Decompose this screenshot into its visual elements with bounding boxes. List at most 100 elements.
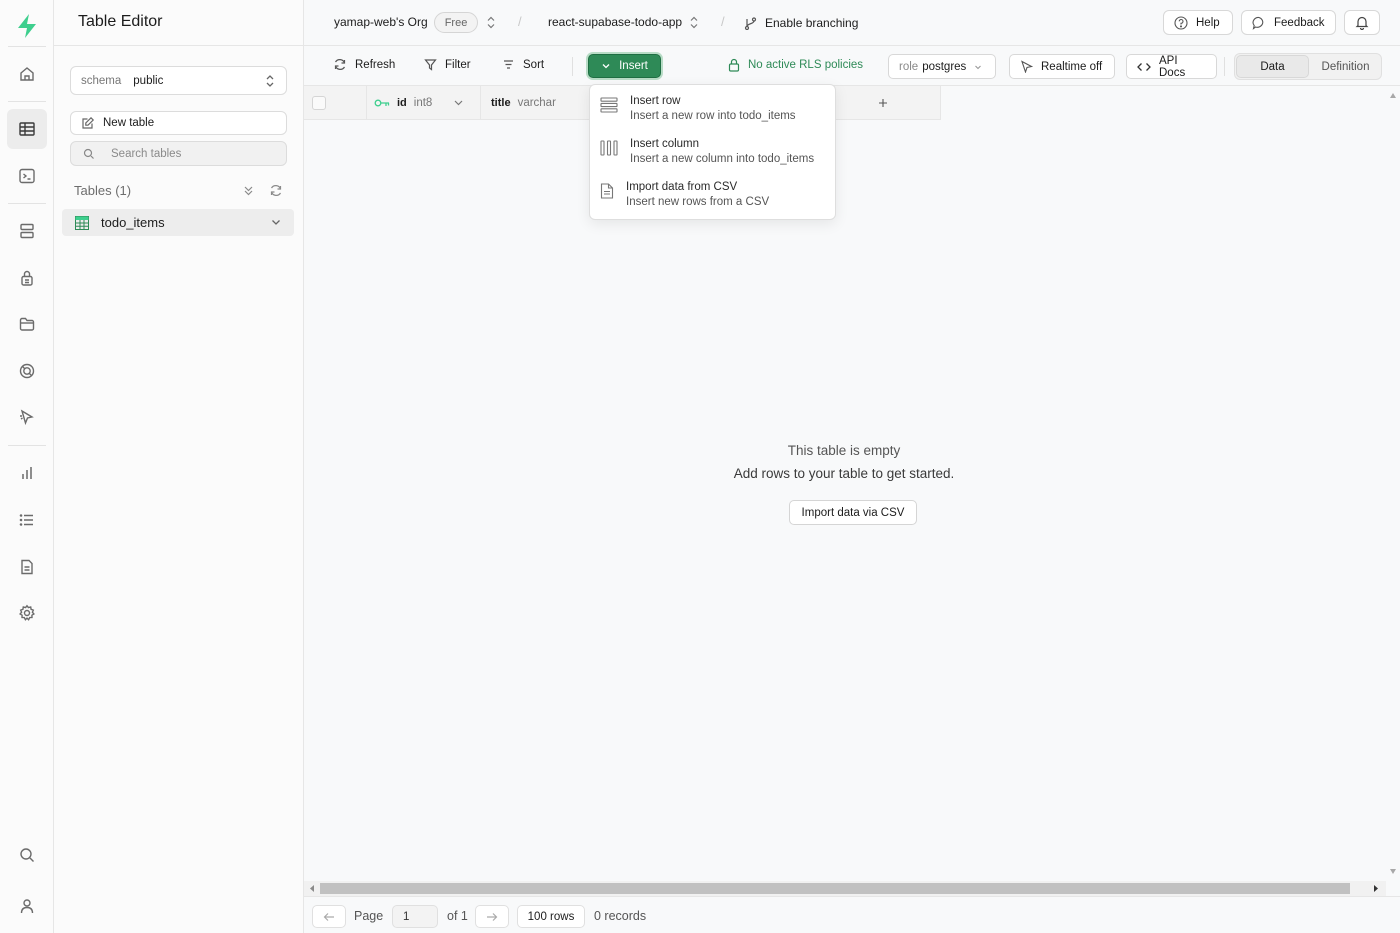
chevron-down-icon bbox=[601, 61, 611, 71]
menu-item-description: Insert a new column into todo_items bbox=[630, 153, 815, 165]
insert-menu: Insert row Insert a new row into todo_it… bbox=[589, 84, 836, 220]
menu-item-description: Insert a new row into todo_items bbox=[630, 110, 796, 122]
top-bar: yamap-web's Org Free / react-supabase-to… bbox=[304, 0, 1400, 46]
edit-icon bbox=[81, 116, 103, 130]
logs-icon[interactable] bbox=[7, 500, 47, 540]
columns-icon bbox=[600, 138, 618, 165]
add-column-button[interactable] bbox=[826, 86, 941, 120]
storage-icon[interactable] bbox=[7, 304, 47, 344]
realtime-icon[interactable] bbox=[7, 397, 47, 437]
role-label: role bbox=[899, 60, 919, 73]
new-table-button[interactable]: New table bbox=[70, 111, 287, 135]
plus-icon bbox=[878, 98, 888, 108]
menu-item-title: Insert column bbox=[630, 138, 700, 150]
reports-icon[interactable] bbox=[7, 453, 47, 493]
refresh-icon[interactable] bbox=[269, 184, 283, 197]
schema-selector[interactable]: schema public bbox=[70, 66, 287, 95]
sidebar-table-todo-items[interactable]: todo_items bbox=[62, 209, 294, 236]
column-type: varchar bbox=[517, 96, 556, 109]
empty-state-title: This table is empty bbox=[787, 443, 901, 458]
search-icon[interactable] bbox=[7, 835, 47, 875]
file-icon bbox=[600, 181, 614, 208]
project-switcher-icon[interactable] bbox=[689, 16, 699, 29]
sort-icon bbox=[502, 58, 515, 71]
edge-functions-icon[interactable] bbox=[7, 351, 47, 391]
help-icon bbox=[1174, 15, 1188, 30]
notifications-button[interactable] bbox=[1344, 10, 1380, 35]
menu-item-description: Insert new rows from a CSV bbox=[626, 196, 770, 208]
org-name[interactable]: yamap-web's Org bbox=[334, 15, 428, 29]
enable-branching-button[interactable]: Enable branching bbox=[744, 16, 858, 30]
chat-icon bbox=[1252, 16, 1266, 30]
refresh-label: Refresh bbox=[355, 58, 396, 71]
filter-label: Filter bbox=[445, 58, 471, 71]
supabase-logo-icon[interactable] bbox=[7, 6, 47, 46]
realtime-toggle-button[interactable]: Realtime off bbox=[1009, 54, 1115, 79]
rows-icon bbox=[600, 95, 618, 122]
chevron-down-icon[interactable] bbox=[453, 97, 464, 108]
panel-title: Table Editor bbox=[54, 0, 303, 46]
filter-button[interactable]: Filter bbox=[424, 58, 471, 71]
menu-item-import-csv[interactable]: Import data from CSV Insert new rows fro… bbox=[600, 181, 769, 208]
api-docs-button[interactable]: API Docs bbox=[1126, 54, 1217, 79]
next-page-button[interactable] bbox=[475, 905, 509, 928]
org-switcher-icon[interactable] bbox=[486, 16, 496, 29]
rls-policies-link[interactable]: No active RLS policies bbox=[728, 58, 863, 72]
help-label: Help bbox=[1196, 16, 1220, 29]
empty-state-subtitle: Add rows to your table to get started. bbox=[733, 466, 955, 481]
search-placeholder: Search tables bbox=[111, 147, 182, 160]
menu-item-insert-row[interactable]: Insert row Insert a new row into todo_it… bbox=[600, 95, 796, 122]
filter-icon bbox=[424, 58, 437, 71]
role-selector[interactable]: role postgres bbox=[888, 54, 996, 79]
collapse-all-icon[interactable] bbox=[242, 184, 255, 197]
insert-label: Insert bbox=[619, 60, 648, 72]
table-editor-icon[interactable] bbox=[7, 109, 47, 149]
previous-page-button[interactable] bbox=[312, 905, 346, 928]
arrow-right-icon bbox=[486, 912, 498, 922]
refresh-button[interactable]: Refresh bbox=[333, 58, 395, 71]
role-value: postgres bbox=[922, 60, 967, 73]
plan-badge: Free bbox=[434, 12, 478, 33]
feedback-button[interactable]: Feedback bbox=[1241, 10, 1336, 35]
horizontal-scrollbar[interactable] bbox=[304, 881, 1386, 896]
column-name: id bbox=[397, 96, 407, 109]
sql-editor-icon[interactable] bbox=[7, 156, 47, 196]
home-icon[interactable] bbox=[7, 54, 47, 94]
scrollbar-thumb[interactable] bbox=[320, 883, 1350, 894]
bell-icon bbox=[1355, 15, 1369, 30]
tab-data[interactable]: Data bbox=[1236, 55, 1309, 78]
table-icon bbox=[75, 215, 101, 230]
column-name: title bbox=[491, 96, 511, 109]
import-csv-button[interactable]: Import data via CSV bbox=[789, 500, 917, 525]
insert-button[interactable]: Insert bbox=[588, 54, 661, 78]
auth-icon[interactable] bbox=[7, 258, 47, 298]
rows-per-page-selector[interactable]: 100 rows bbox=[517, 905, 585, 928]
column-type: int8 bbox=[413, 96, 433, 109]
database-icon[interactable] bbox=[7, 211, 47, 251]
tables-heading-actions bbox=[242, 184, 283, 197]
git-branch-icon bbox=[744, 16, 757, 30]
help-button[interactable]: Help bbox=[1163, 10, 1233, 35]
refresh-icon bbox=[333, 58, 347, 71]
table-name: todo_items bbox=[101, 215, 165, 230]
pagination-footer: Page 1 of 1 100 rows 0 records bbox=[304, 896, 1400, 933]
select-all-cell bbox=[304, 86, 367, 120]
user-icon[interactable] bbox=[7, 886, 47, 926]
chevron-down-icon[interactable] bbox=[270, 216, 282, 228]
menu-item-title: Insert row bbox=[630, 95, 681, 107]
column-header-id[interactable]: id int8 bbox=[367, 86, 481, 120]
search-icon bbox=[83, 148, 111, 160]
menu-item-insert-column[interactable]: Insert column Insert a new column into t… bbox=[600, 138, 814, 165]
search-tables-input[interactable]: Search tables bbox=[70, 141, 287, 166]
arrow-left-icon bbox=[323, 912, 335, 922]
vertical-scrollbar[interactable] bbox=[1386, 86, 1400, 881]
chevron-down-icon bbox=[974, 63, 982, 71]
project-name[interactable]: react-supabase-todo-app bbox=[548, 15, 682, 29]
select-all-checkbox[interactable] bbox=[312, 95, 326, 110]
tab-definition[interactable]: Definition bbox=[1310, 54, 1381, 79]
page-number-input[interactable]: 1 bbox=[392, 905, 438, 928]
table-editor-panel: Table Editor schema public New table Sea… bbox=[54, 0, 304, 933]
api-docs-icon[interactable] bbox=[7, 547, 47, 587]
settings-icon[interactable] bbox=[7, 593, 47, 633]
sort-button[interactable]: Sort bbox=[502, 58, 544, 71]
